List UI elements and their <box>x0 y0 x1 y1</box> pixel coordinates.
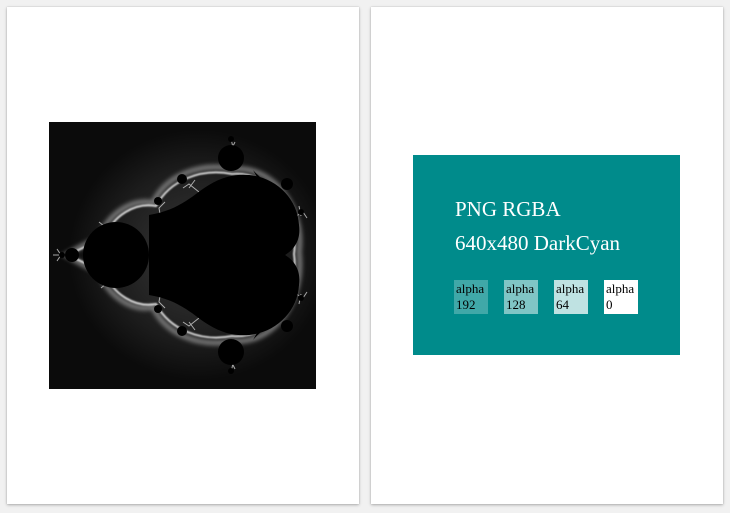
swatch-label: alpha <box>556 281 585 296</box>
swatch-value: 0 <box>606 297 613 312</box>
mandelbrot-image <box>49 122 316 389</box>
alpha-swatch: alpha 64 <box>554 280 588 314</box>
swatch-label: alpha <box>506 281 535 296</box>
pdf-page-1 <box>7 7 359 504</box>
swatch-value: 64 <box>556 297 569 312</box>
swatch-value: 128 <box>506 297 526 312</box>
swatch-value: 192 <box>456 297 476 312</box>
mandelbrot-fractal-icon <box>49 122 316 389</box>
pdf-page-2: PNG RGBA 640x480 DarkCyan alpha 192 alph… <box>371 7 723 504</box>
swatch-label: alpha <box>456 281 485 296</box>
card-title-line-1: PNG RGBA <box>455 197 561 221</box>
alpha-swatch: alpha 128 <box>504 280 538 314</box>
swatch-label: alpha <box>606 281 635 296</box>
alpha-swatch: alpha 192 <box>454 280 488 314</box>
alpha-swatch: alpha 0 <box>604 280 638 314</box>
alpha-swatch-row: alpha 192 alpha 128 alpha 64 alpha 0 <box>454 280 638 314</box>
card-title-line-2: 640x480 DarkCyan <box>455 231 621 255</box>
png-rgba-card: PNG RGBA 640x480 DarkCyan alpha 192 alph… <box>413 155 680 355</box>
